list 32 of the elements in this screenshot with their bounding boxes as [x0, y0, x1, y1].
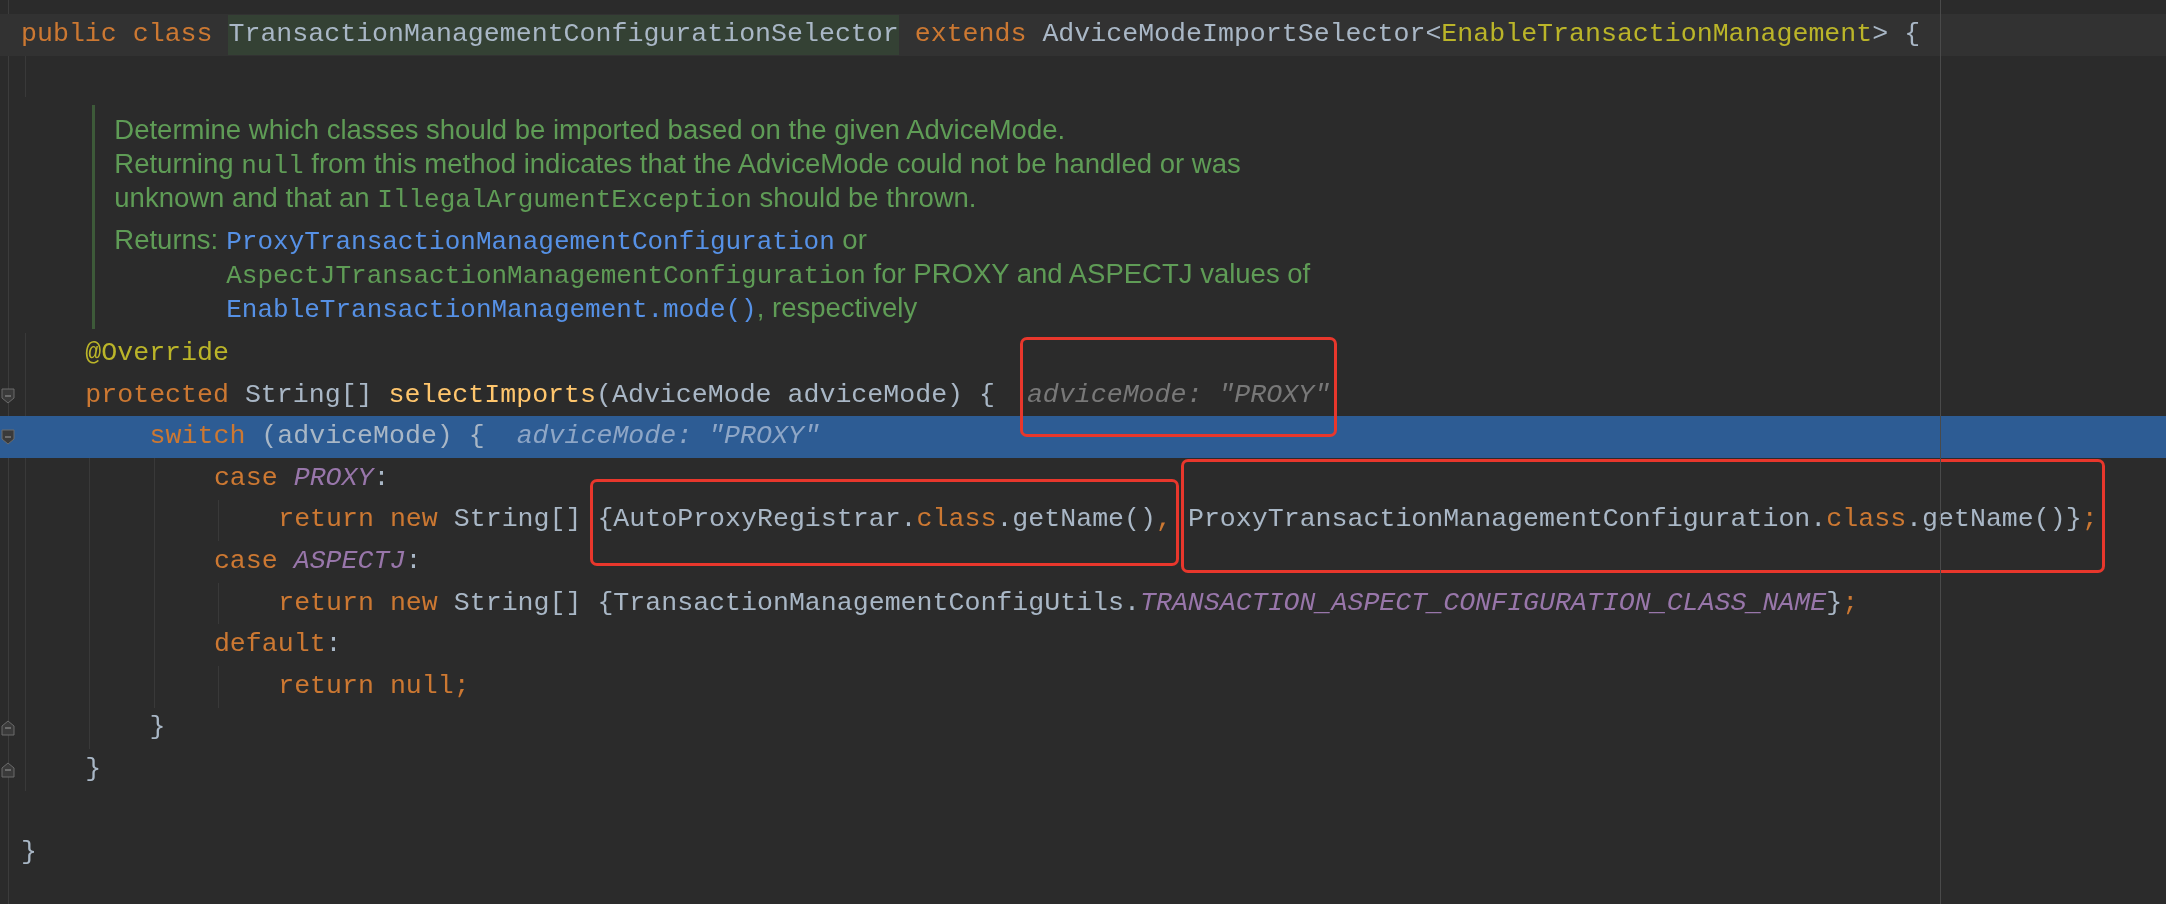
doc-text: unknown and that an IllegalArgumentException should be thrown. — [114, 181, 978, 216]
code-text: return null; — [278, 669, 470, 703]
code-text: ProxyTransactionManagementConfiguration.class.getName()}; — [1187, 504, 2098, 535]
doc-text: Returns: — [114, 223, 220, 258]
code-text: extends AdviceModeImportSelector<EnableTransactionManagement> { — [913, 17, 1921, 51]
code-text: switch (adviceMode) { — [149, 420, 486, 454]
inlay-hint: adviceMode: "PROXY" — [1026, 379, 1331, 410]
fold-icon[interactable] — [1, 761, 15, 778]
doc-text: Determine which classes should be imported based on the given AdviceMode. — [114, 113, 1067, 148]
fold-icon[interactable] — [1, 387, 15, 404]
code-text: public class — [21, 17, 214, 51]
code-text: } — [149, 711, 166, 745]
inlay-hint: adviceMode: "PROXY" — [516, 420, 820, 454]
code-text: case ASPECTJ: — [213, 545, 422, 578]
code-text: return new String[] — [278, 503, 583, 537]
fold-icon[interactable] — [1, 429, 15, 446]
highlighted-identifier: TransactionManagementConfigurationSelector — [228, 14, 899, 55]
doc-text: EnableTransactionManagement.mode(), respectively — [226, 291, 919, 326]
code-text: } — [21, 836, 37, 870]
doc-text: AspectJTransactionManagementConfiguration for PROXY and ASPECTJ values of — [226, 257, 1311, 292]
code-text: protected String[] selectImports(AdviceMode adviceMode) { — [85, 378, 996, 412]
doc-text: ProxyTransactionManagementConfiguration or — [226, 223, 868, 258]
code-text: } — [85, 752, 102, 786]
fold-icon[interactable] — [1, 720, 15, 737]
doc-text: Returning null from this method indicates that the AdviceMode could not be handled or was — [114, 147, 1242, 182]
code-text: {AutoProxyRegistrar.class.getName(), — [597, 504, 1172, 535]
code-text: return new String[] {TransactionManagementConfigUtils.TRANSACTION_ASPECT_CONFIGURATION_CLASS_NAME}; — [278, 586, 1859, 620]
doc-link[interactable]: ProxyTransactionManagementConfiguration — [226, 227, 835, 258]
code-text: default: — [213, 628, 342, 662]
code-text: @Override — [85, 337, 229, 371]
code-text: case PROXY: — [213, 461, 390, 495]
doc-link[interactable]: EnableTransactionManagement.mode() — [226, 295, 757, 326]
